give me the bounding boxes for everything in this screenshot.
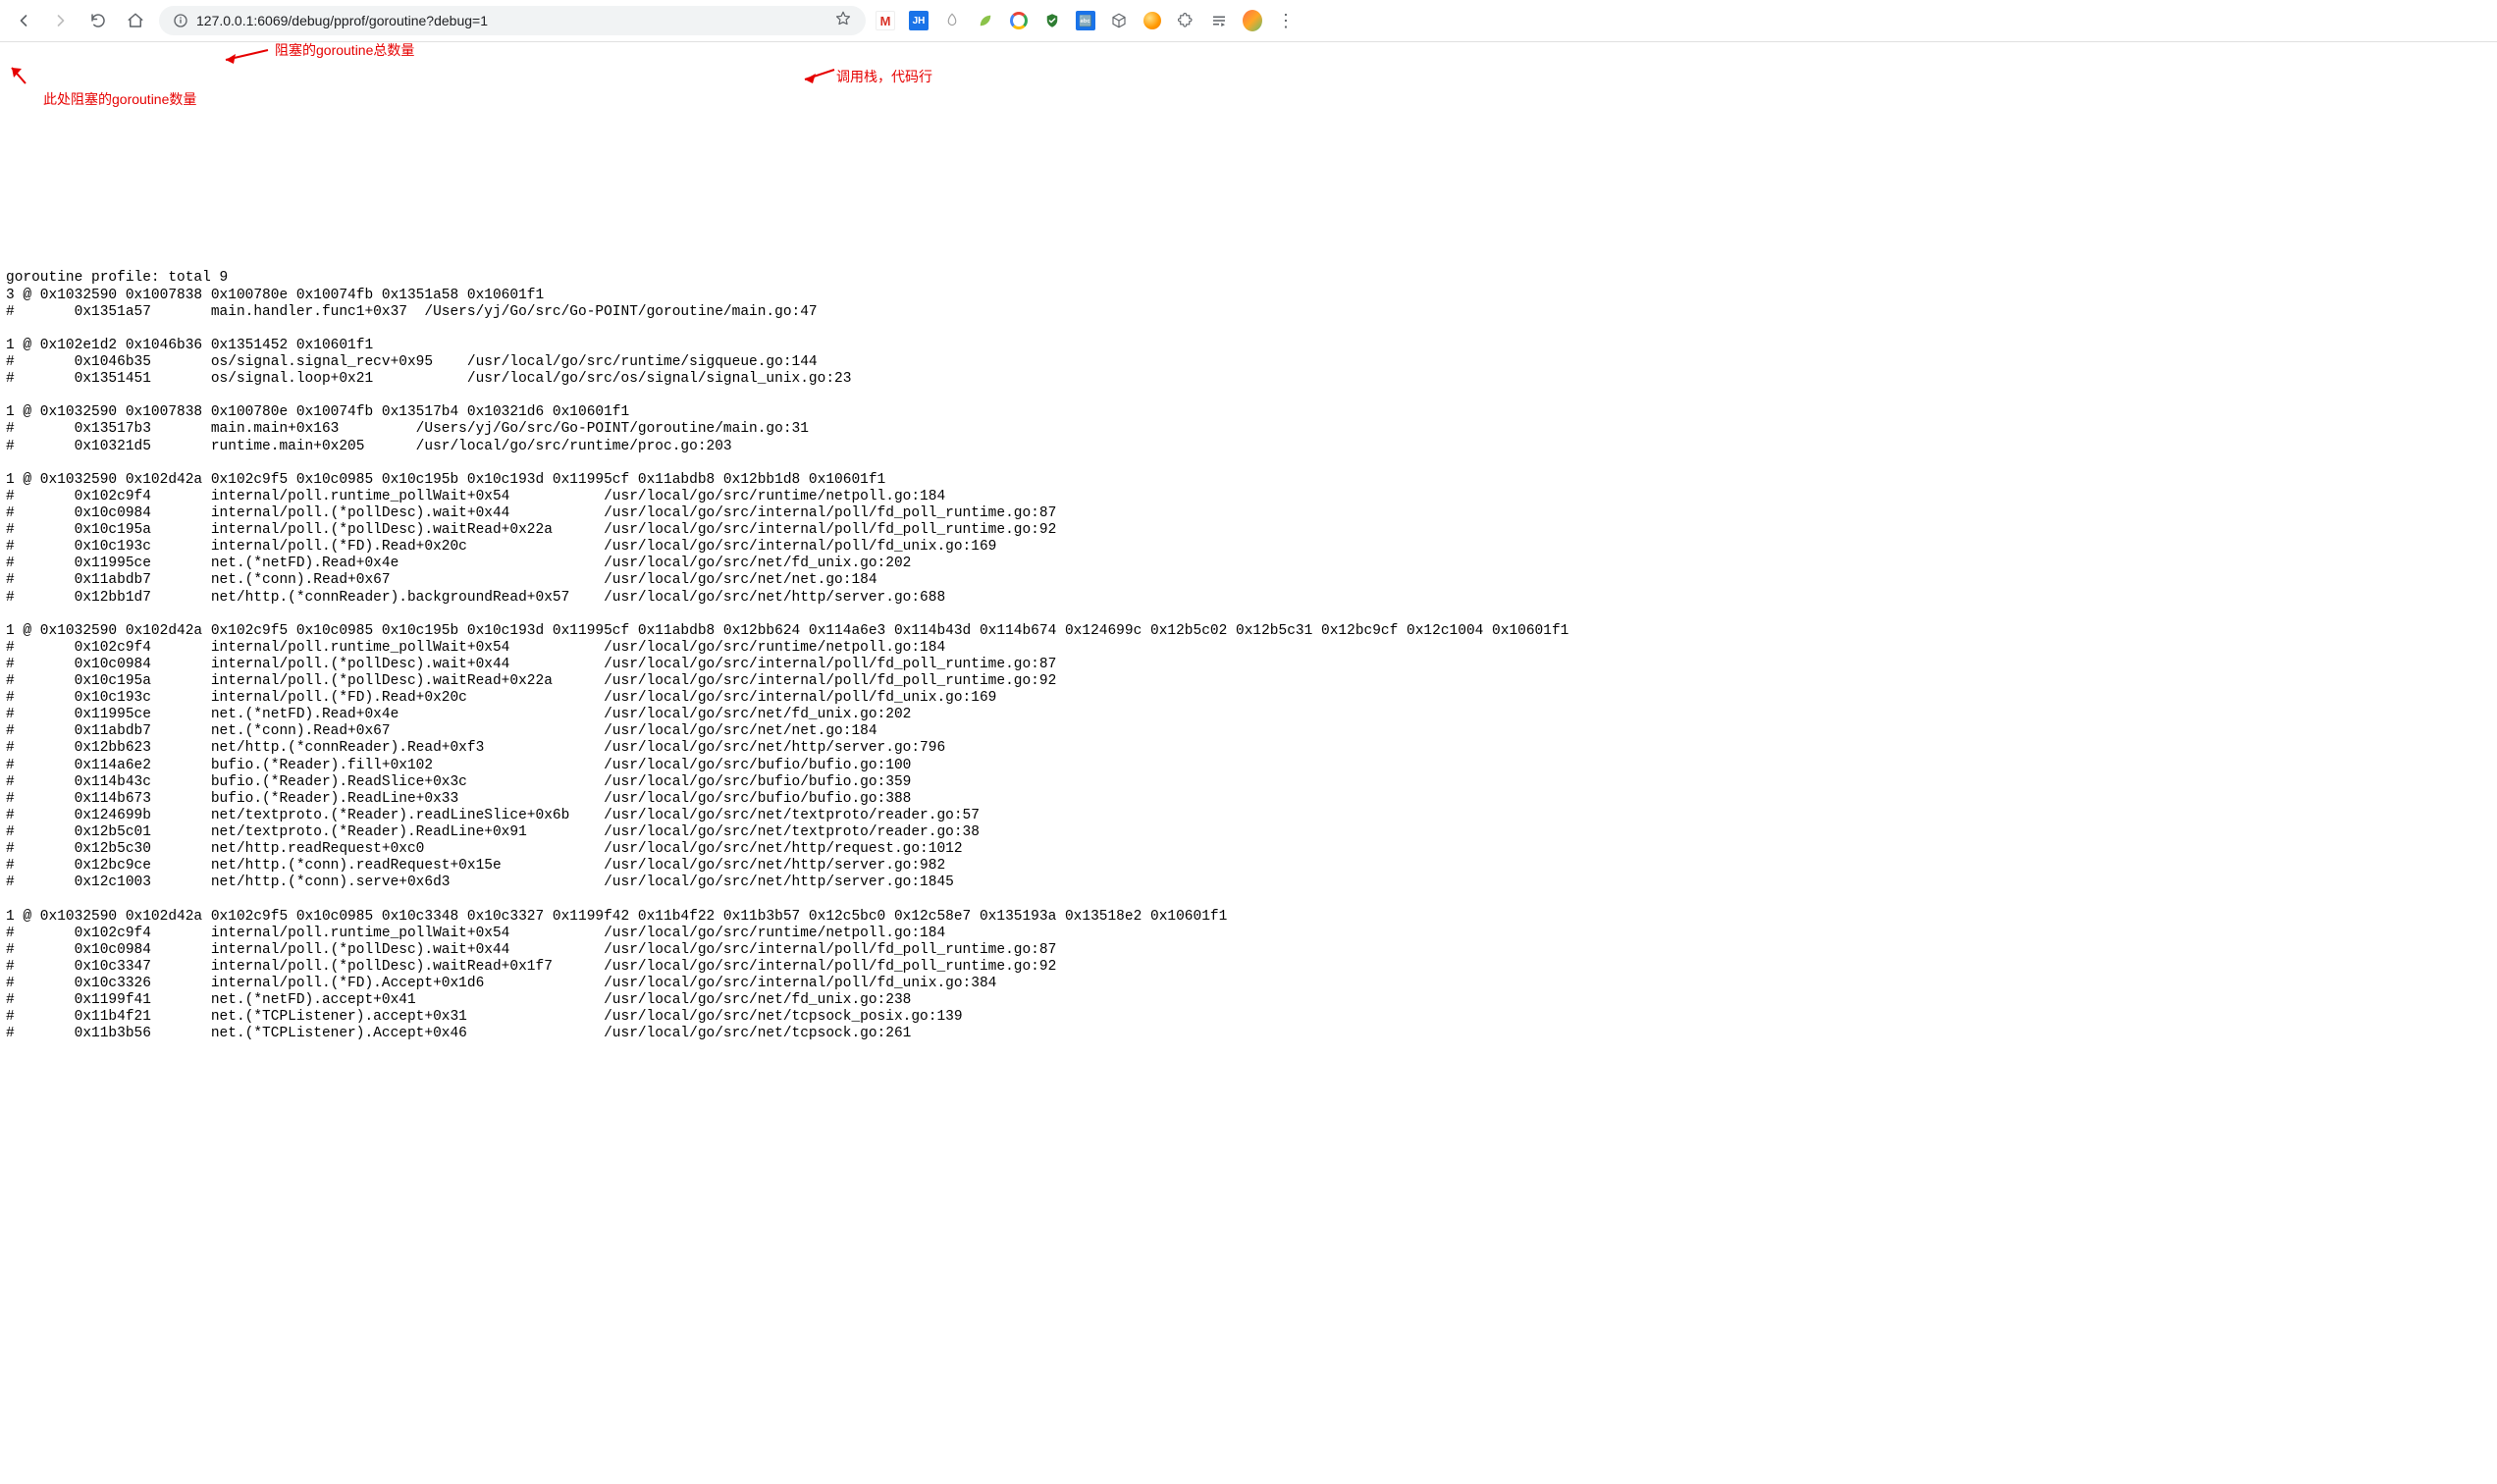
address-bar[interactable] <box>159 6 866 35</box>
forward-button[interactable] <box>47 7 75 34</box>
annotation-arrow-callstack <box>799 66 838 85</box>
reload-button[interactable] <box>84 7 112 34</box>
home-button[interactable] <box>122 7 149 34</box>
arrow-left-icon <box>14 11 33 30</box>
jh-extension-icon[interactable]: JH <box>909 11 929 30</box>
gmail-icon[interactable]: M <box>876 11 895 30</box>
shield-extension-icon[interactable] <box>1042 11 1062 30</box>
browser-menu-icon[interactable]: ⋮ <box>1276 11 1296 30</box>
home-icon <box>127 12 144 29</box>
url-input[interactable] <box>196 13 826 28</box>
annotation-arrow-total <box>214 46 273 68</box>
google-translate-icon[interactable]: 🔤 <box>1076 11 1095 30</box>
cube-extension-icon[interactable] <box>1109 11 1129 30</box>
bookmark-star-icon[interactable] <box>834 10 852 31</box>
extension-icons: M JH 🔤 ⋮ <box>876 11 1303 30</box>
reading-list-icon[interactable] <box>1209 11 1229 30</box>
profile-avatar-icon[interactable] <box>1243 11 1262 30</box>
annotation-total-goroutines: 阻塞的goroutine总数量 <box>275 42 414 59</box>
pprof-profile-text: goroutine profile: total 9 3 @ 0x1032590… <box>6 270 2491 1059</box>
site-info-icon[interactable] <box>173 13 188 28</box>
sun-extension-icon[interactable] <box>1142 11 1162 30</box>
onion-extension-icon[interactable] <box>942 11 962 30</box>
annotation-here-blocked: 此处阻塞的goroutine数量 <box>43 91 196 108</box>
reload-icon <box>89 12 107 29</box>
arrow-right-icon <box>51 11 71 30</box>
annotation-arrow-count <box>4 62 31 89</box>
back-button[interactable] <box>10 7 37 34</box>
page-content: 阻塞的goroutine总数量 此处阻塞的goroutine数量 调用栈，代码行… <box>0 42 2497 1096</box>
annotation-callstack: 调用栈，代码行 <box>836 69 932 85</box>
leaf-extension-icon[interactable] <box>976 11 995 30</box>
browser-toolbar: M JH 🔤 ⋮ <box>0 0 2497 42</box>
chrome-circle-icon[interactable] <box>1009 11 1029 30</box>
extensions-puzzle-icon[interactable] <box>1176 11 1195 30</box>
